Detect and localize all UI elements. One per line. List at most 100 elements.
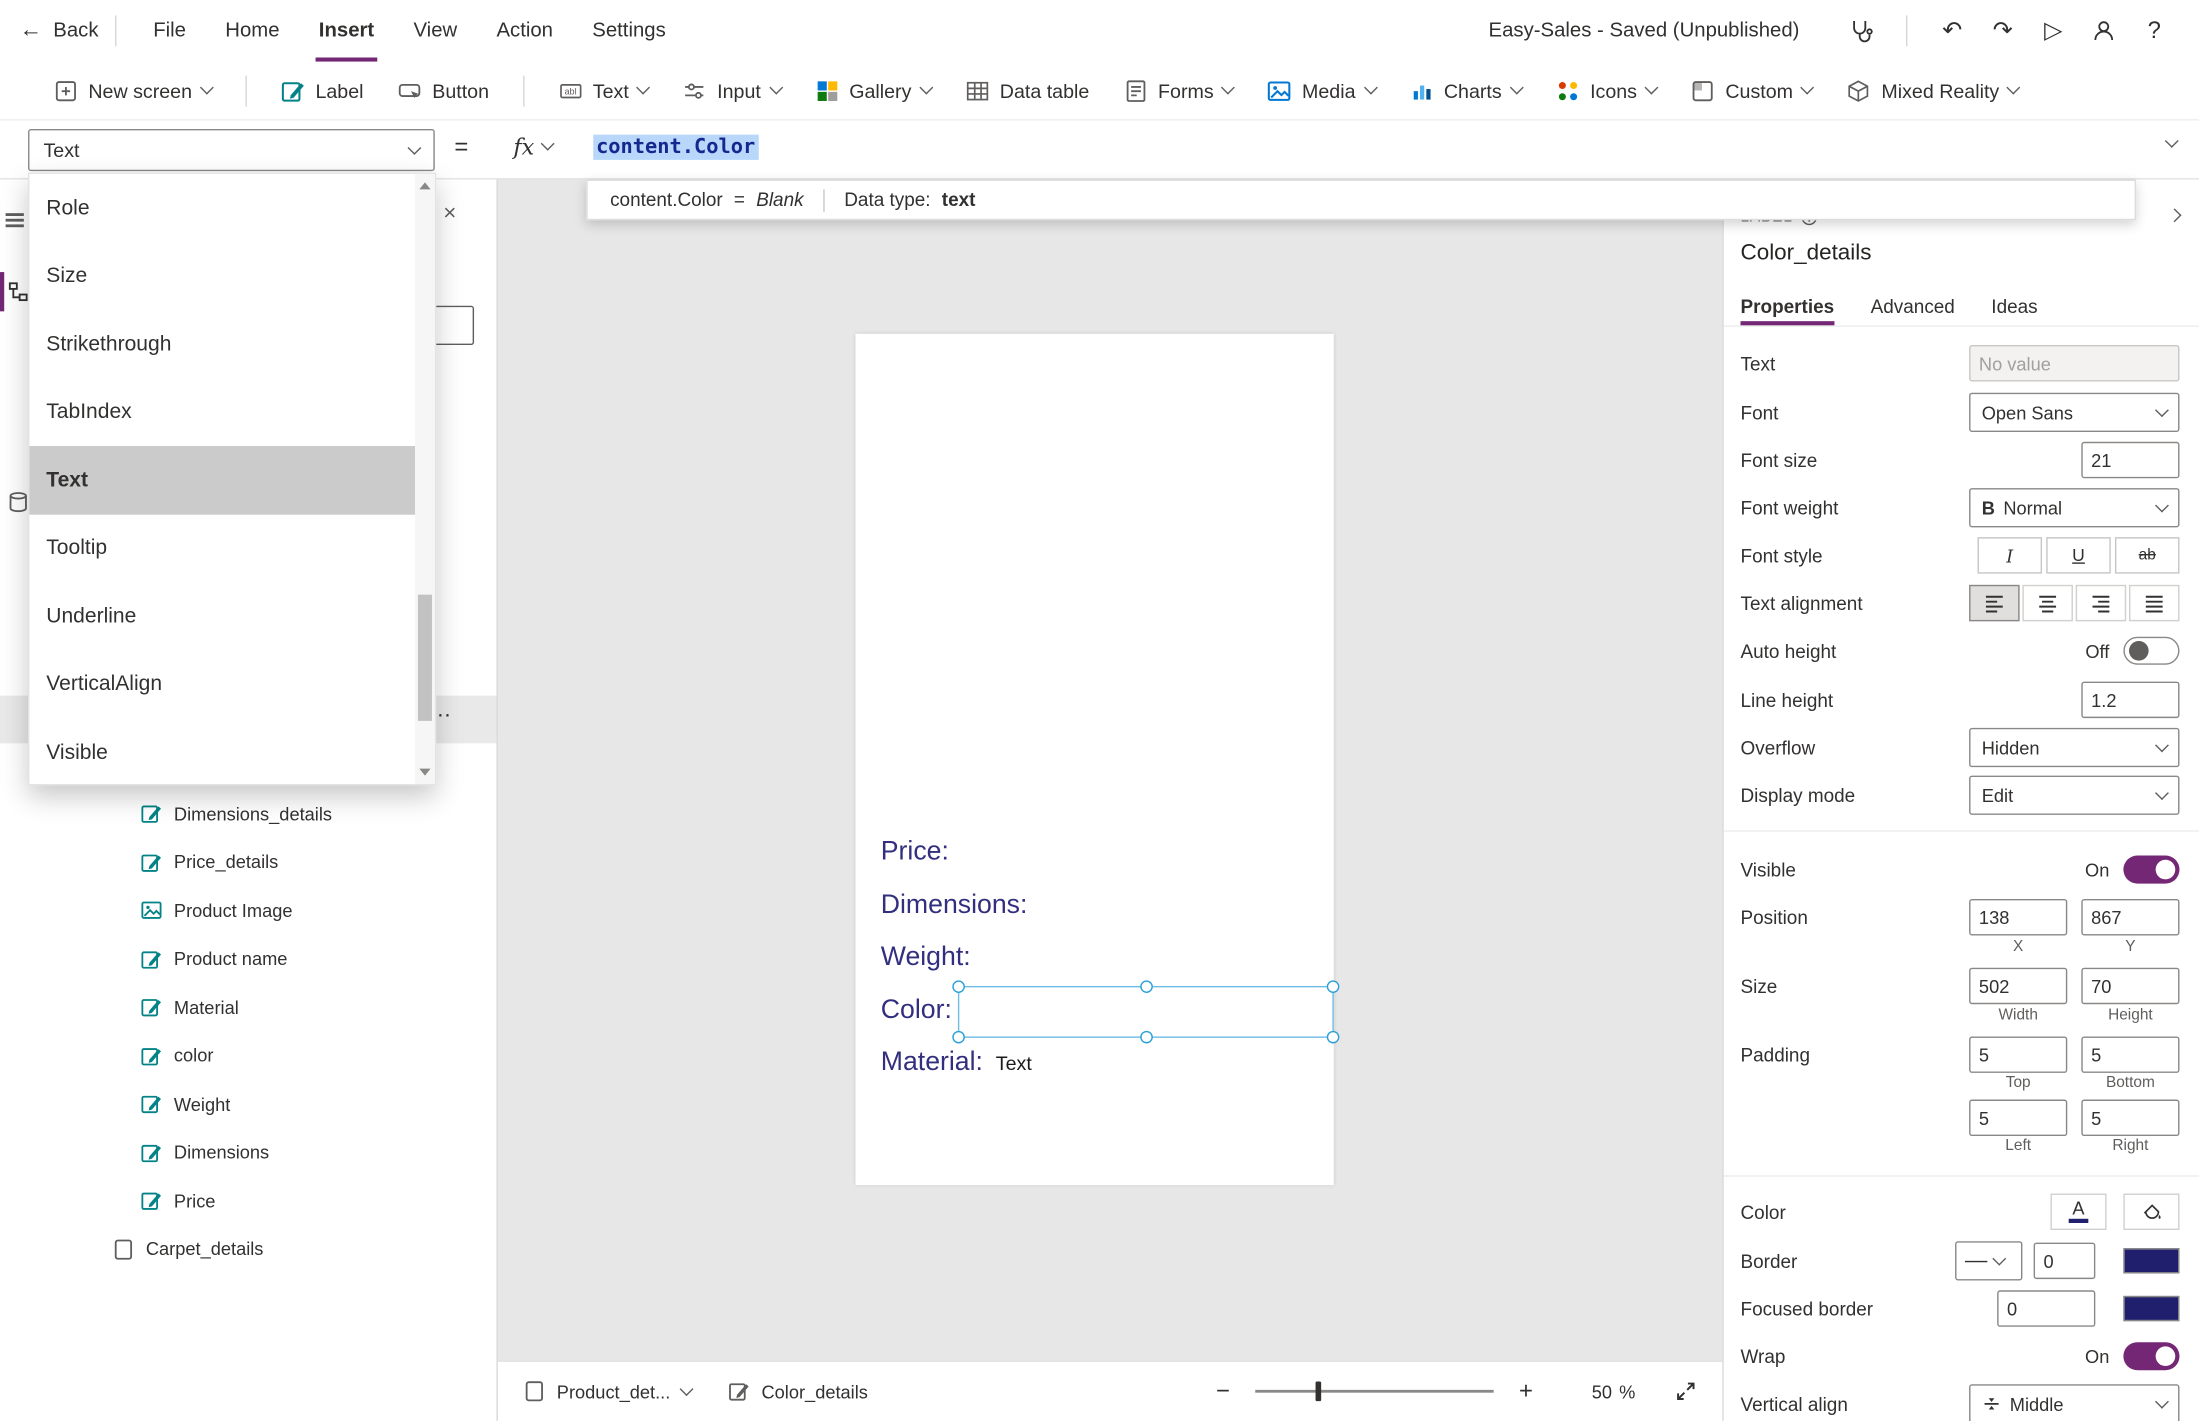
padding-bottom-input[interactable]	[2081, 1036, 2180, 1073]
tree-item-price[interactable]: Price	[0, 1177, 496, 1225]
visible-toggle[interactable]	[2123, 855, 2180, 884]
price-label[interactable]: Price:	[881, 837, 949, 868]
custom-menu[interactable]: Custom	[1673, 61, 1829, 120]
align-left-button[interactable]	[1969, 584, 2020, 622]
dropdown-item-role[interactable]: Role	[29, 174, 415, 242]
color-label[interactable]: Color:	[881, 995, 952, 1026]
data-rail-icon[interactable]	[7, 491, 29, 518]
mixed-reality-menu[interactable]: Mixed Reality	[1829, 61, 2035, 120]
font-weight-select[interactable]: B Normal	[1969, 488, 2180, 528]
tree-item-product-name[interactable]: Product name	[0, 935, 496, 983]
position-x-input[interactable]	[1969, 899, 2068, 936]
tree-item-color[interactable]: color	[0, 1032, 496, 1080]
align-right-button[interactable]	[2075, 584, 2127, 622]
panel-collapse-chevron-icon[interactable]	[2167, 208, 2182, 223]
tree-item-weight[interactable]: Weight	[0, 1080, 496, 1128]
border-color-swatch[interactable]	[2123, 1248, 2180, 1274]
align-center-button[interactable]	[2022, 584, 2073, 622]
align-justify-button[interactable]	[2128, 584, 2180, 622]
play-preview-icon[interactable]: ▷	[2031, 8, 2076, 53]
forms-menu[interactable]: Forms	[1106, 61, 1250, 120]
menu-view[interactable]: View	[394, 0, 477, 62]
tree-item-carpet-details[interactable]: Carpet_details	[0, 1225, 496, 1273]
dropdown-item-visible[interactable]: Visible	[29, 718, 415, 786]
label-button[interactable]: Label	[264, 61, 381, 120]
zoom-slider[interactable]	[1255, 1381, 1494, 1402]
selection-handle[interactable]	[1326, 980, 1340, 993]
tab-advanced[interactable]: Advanced	[1871, 295, 1955, 316]
weight-label[interactable]: Weight:	[881, 942, 971, 973]
tab-properties[interactable]: Properties	[1740, 295, 1834, 325]
focused-border-color-swatch[interactable]	[2123, 1295, 2180, 1322]
tree-item-price-details[interactable]: Price_details	[0, 838, 496, 886]
selection-handle[interactable]	[1326, 1030, 1340, 1044]
focused-border-width-input[interactable]	[1997, 1290, 2096, 1327]
user-icon[interactable]	[2081, 8, 2126, 53]
close-icon[interactable]: ×	[443, 202, 456, 227]
formula-input[interactable]: content.Color	[593, 134, 759, 160]
position-y-input[interactable]	[2081, 899, 2180, 936]
property-selector[interactable]: Text	[28, 129, 435, 172]
gallery-menu[interactable]: Gallery	[797, 61, 948, 120]
wrap-toggle[interactable]	[2123, 1342, 2180, 1371]
border-style-select[interactable]	[1955, 1241, 2023, 1281]
help-icon[interactable]: ?	[2132, 8, 2177, 53]
font-color-button[interactable]: A	[2050, 1193, 2107, 1230]
input-menu[interactable]: Input	[665, 61, 797, 120]
button-button[interactable]: Button	[380, 61, 506, 120]
tree-item-product-image[interactable]: Product Image	[0, 886, 496, 934]
zoom-out-icon[interactable]: −	[1208, 1377, 1239, 1405]
size-height-input[interactable]	[2081, 967, 2180, 1005]
tree-item-material[interactable]: Material	[0, 983, 496, 1031]
padding-top-input[interactable]	[1969, 1036, 2068, 1073]
font-size-input[interactable]	[2081, 441, 2180, 479]
dropdown-item-strikethrough[interactable]: Strikethrough	[29, 310, 415, 378]
material-value-label[interactable]: Text	[996, 1052, 1032, 1074]
new-screen-button[interactable]: New screen	[36, 61, 228, 120]
underline-button[interactable]: U	[2046, 537, 2111, 574]
menu-file[interactable]: File	[134, 0, 206, 62]
text-menu[interactable]: abl Text	[541, 61, 665, 120]
vertical-align-select[interactable]: Middle	[1969, 1384, 2180, 1421]
menu-settings[interactable]: Settings	[573, 0, 686, 62]
scroll-up-icon[interactable]	[419, 182, 431, 190]
zoom-in-icon[interactable]: +	[1511, 1377, 1542, 1405]
tab-ideas[interactable]: Ideas	[1991, 295, 2037, 316]
size-width-input[interactable]	[1969, 967, 2068, 1005]
selection-handle[interactable]	[1139, 980, 1153, 993]
padding-left-input[interactable]	[1969, 1099, 2068, 1137]
fullscreen-icon[interactable]	[1675, 1380, 1697, 1402]
dimensions-label[interactable]: Dimensions:	[881, 890, 1028, 921]
dropdown-item-verticalalign[interactable]: VerticalAlign	[29, 650, 415, 718]
dropdown-scrollbar[interactable]	[415, 173, 435, 784]
font-select[interactable]: Open Sans	[1969, 392, 2180, 432]
selection-handle[interactable]	[1139, 1030, 1153, 1044]
dropdown-item-text[interactable]: Text	[29, 445, 416, 515]
screen-selector[interactable]: Product_det...	[523, 1380, 694, 1402]
undo-icon[interactable]: ↶	[1930, 8, 1975, 53]
icons-menu[interactable]: Icons	[1538, 61, 1673, 120]
dropdown-item-underline[interactable]: Underline	[29, 582, 415, 650]
fill-color-button[interactable]	[2123, 1193, 2180, 1230]
canvas-area[interactable]: Price: Dimensions: Weight: Color: Materi…	[497, 179, 1723, 1361]
screen-artboard[interactable]: Price: Dimensions: Weight: Color: Materi…	[855, 333, 1340, 1186]
menu-home[interactable]: Home	[206, 0, 300, 62]
charts-menu[interactable]: Charts	[1392, 61, 1538, 120]
dropdown-item-tooltip[interactable]: Tooltip	[29, 514, 415, 582]
border-width-input[interactable]	[2033, 1242, 2096, 1280]
tree-item-dimensions-details[interactable]: Dimensions_details	[0, 790, 496, 838]
tree-item-dimensions[interactable]: Dimensions	[0, 1128, 496, 1176]
menu-insert[interactable]: Insert	[299, 0, 394, 62]
back-button[interactable]: ← Back	[20, 18, 99, 43]
menu-action[interactable]: Action	[477, 0, 573, 62]
media-menu[interactable]: Media	[1250, 61, 1392, 120]
padding-right-input[interactable]	[2081, 1099, 2180, 1137]
overflow-select[interactable]: Hidden	[1969, 727, 2180, 768]
strikethrough-button[interactable]: ab	[2114, 537, 2180, 574]
scroll-down-icon[interactable]	[419, 768, 431, 776]
auto-height-toggle[interactable]	[2123, 636, 2180, 665]
formula-expand-chevron-icon[interactable]	[2164, 134, 2179, 148]
material-label[interactable]: Material:	[881, 1048, 983, 1079]
dropdown-item-tabindex[interactable]: TabIndex	[29, 378, 415, 446]
app-checker-icon[interactable]	[1839, 8, 1884, 53]
